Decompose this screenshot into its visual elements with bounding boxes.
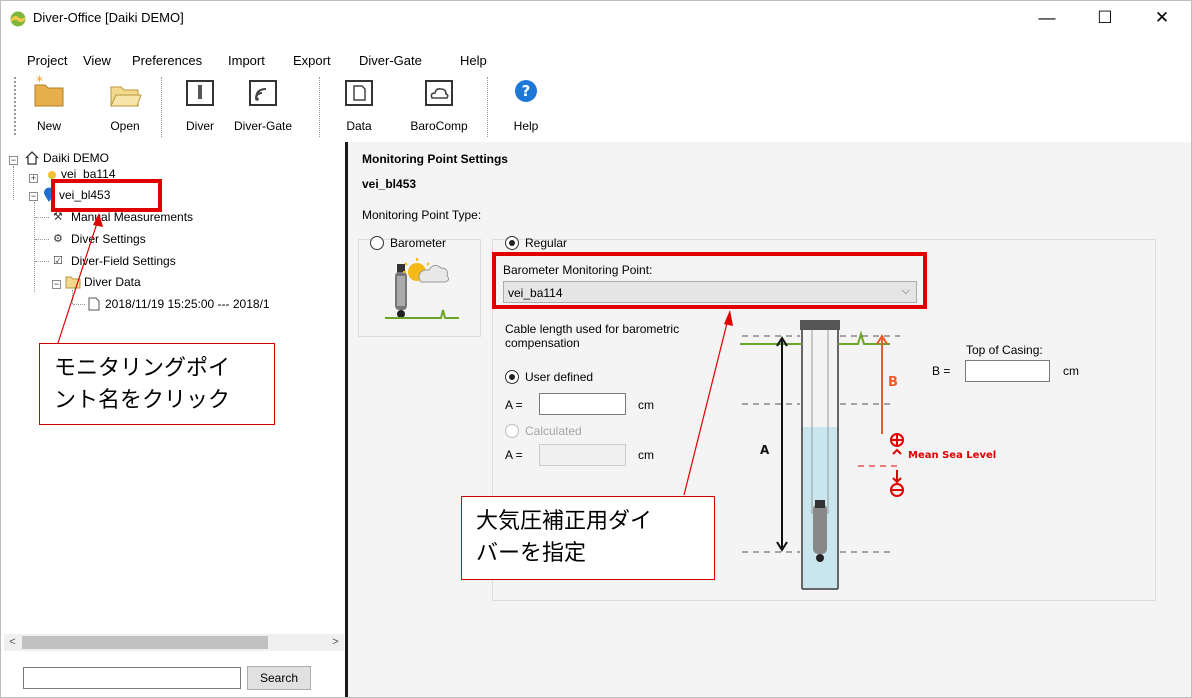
clipboard-check-icon: ☑ xyxy=(53,255,63,267)
menu-help[interactable]: Help xyxy=(460,53,487,68)
diagram-b-label: B xyxy=(888,375,898,390)
tree-item-diver-field-settings[interactable]: Diver-Field Settings xyxy=(71,254,176,268)
help-label: Help xyxy=(513,119,539,133)
open-button[interactable]: Open xyxy=(107,75,143,133)
file-icon xyxy=(88,297,100,311)
barometer-radio-label[interactable]: Barometer xyxy=(390,236,446,250)
minimize-button[interactable]: — xyxy=(1024,1,1070,35)
regular-radio[interactable] xyxy=(505,236,519,250)
svg-text:?: ? xyxy=(522,82,531,100)
highlight-tree-item xyxy=(51,179,162,212)
data-button[interactable]: Data xyxy=(341,75,377,133)
new-project-icon: * xyxy=(34,74,64,107)
calculated-label[interactable]: Calculated xyxy=(525,424,582,438)
menu-preferences[interactable]: Preferences xyxy=(132,53,202,68)
tree-item-manual-measurements[interactable]: Manual Measurements xyxy=(71,210,193,224)
menu-view[interactable]: View xyxy=(83,53,111,68)
cable-label-line1: Cable length used for barometric xyxy=(505,322,680,336)
search-input[interactable] xyxy=(23,667,241,689)
calculated-radio[interactable] xyxy=(505,424,519,438)
barocomp-cloud-icon xyxy=(425,80,453,106)
tree-item-data-range[interactable]: 2018/11/19 15:25:00 --- 2018/1 xyxy=(105,297,270,311)
diagram-a-label: A xyxy=(760,443,770,457)
diver-label: Diver xyxy=(185,119,215,133)
help-button[interactable]: ? Help xyxy=(508,75,544,133)
tree-collapse-diver-data[interactable]: − xyxy=(52,280,61,289)
regular-radio-label[interactable]: Regular xyxy=(525,236,567,250)
data-label: Data xyxy=(346,119,372,133)
callout2-line2: バーを指定 xyxy=(476,540,587,565)
barometer-radio[interactable] xyxy=(370,236,384,250)
help-icon: ? xyxy=(515,80,537,102)
menu-project[interactable]: Project xyxy=(27,53,67,68)
tree-root-label[interactable]: Daiki DEMO xyxy=(43,151,109,165)
folder-icon xyxy=(65,276,81,289)
diver-gate-button[interactable]: Diver-Gate xyxy=(234,75,292,133)
barometer-sun-icon xyxy=(385,258,459,319)
close-button[interactable]: ✕ xyxy=(1139,1,1185,35)
barocomp-label: BaroComp xyxy=(410,119,468,133)
barometer-option-box xyxy=(358,239,481,337)
tree-collapse-root[interactable]: − xyxy=(9,156,18,165)
data-icon xyxy=(345,80,373,106)
cable-label-line2: compensation xyxy=(505,336,580,350)
user-defined-label[interactable]: User defined xyxy=(525,370,593,384)
menu-export[interactable]: Export xyxy=(293,53,331,68)
scroll-left-icon[interactable]: < xyxy=(4,634,21,651)
tree-horizontal-scrollbar[interactable]: < > xyxy=(4,634,344,651)
app-logo-icon xyxy=(10,11,26,27)
diver-gate-icon xyxy=(249,80,277,106)
title-bar: Diver-Office [Daiki DEMO] — ☐ ✕ xyxy=(1,1,1191,35)
menu-diver-gate[interactable]: Diver-Gate xyxy=(359,53,422,68)
point-type-label: Monitoring Point Type: xyxy=(362,208,482,222)
cable-length-a-input[interactable] xyxy=(539,393,626,415)
tree-expand-ba114[interactable]: + xyxy=(29,174,38,183)
settings-title: Monitoring Point Settings xyxy=(362,152,508,166)
gear-icon: ⚙ xyxy=(53,233,63,245)
callout1-line1: モニタリングポイ xyxy=(54,355,231,380)
user-defined-radio[interactable] xyxy=(505,370,519,384)
tree-collapse-bl453[interactable]: − xyxy=(29,192,38,201)
new-button[interactable]: * New xyxy=(31,74,67,133)
menu-import[interactable]: Import xyxy=(228,53,265,68)
window-title: Diver-Office [Daiki DEMO] xyxy=(33,10,184,25)
callout-click-point: モニタリングポイ ント名をクリック xyxy=(39,343,275,425)
menu-bar: Project View Preferences Import Export D… xyxy=(1,45,1191,69)
app-window: Diver-Office [Daiki DEMO] — ☐ ✕ Project … xyxy=(0,0,1192,698)
scroll-thumb[interactable] xyxy=(22,636,268,649)
tree-item-diver-settings[interactable]: Diver Settings xyxy=(71,232,146,246)
tree-item-diver-data[interactable]: Diver Data xyxy=(84,275,141,289)
toolbar: * New Open Diver Diver-Gate Data BaroCom… xyxy=(1,73,1191,139)
open-label: Open xyxy=(110,119,140,133)
open-folder-icon xyxy=(110,86,142,107)
well-diagram: A B Mean Sea Level xyxy=(740,320,996,590)
svg-text:*: * xyxy=(36,75,43,90)
barocomp-button[interactable]: BaroComp xyxy=(410,75,468,133)
new-label: New xyxy=(36,119,62,133)
toolbar-grip[interactable] xyxy=(14,77,17,135)
highlight-baro-select xyxy=(492,252,927,309)
maximize-button[interactable]: ☐ xyxy=(1082,1,1128,35)
diver-button[interactable]: Diver xyxy=(182,75,218,133)
a-calculated-unit-label: cm xyxy=(638,448,654,462)
mean-sea-level-label: Mean Sea Level xyxy=(908,450,996,461)
diver-icon xyxy=(186,80,214,106)
home-icon xyxy=(25,151,39,165)
diver-gate-label: Diver-Gate xyxy=(233,119,293,133)
settings-pane: Monitoring Point Settings vei_bl453 Moni… xyxy=(348,142,1191,697)
b-unit-label: cm xyxy=(1063,364,1079,378)
a-equals-label: A = xyxy=(505,398,523,412)
scroll-right-icon[interactable]: > xyxy=(327,634,344,651)
a-unit-label: cm xyxy=(638,398,654,412)
search-button[interactable]: Search xyxy=(247,666,311,690)
a-equals-calculated-label: A = xyxy=(505,448,523,462)
calculated-a-input xyxy=(539,444,626,466)
callout-specify-baro: 大気圧補正用ダイ バーを指定 xyxy=(461,496,715,580)
callout2-line1: 大気圧補正用ダイ xyxy=(476,508,653,533)
point-name: vei_bl453 xyxy=(362,177,417,191)
callout1-line2: ント名をクリック xyxy=(54,387,231,412)
